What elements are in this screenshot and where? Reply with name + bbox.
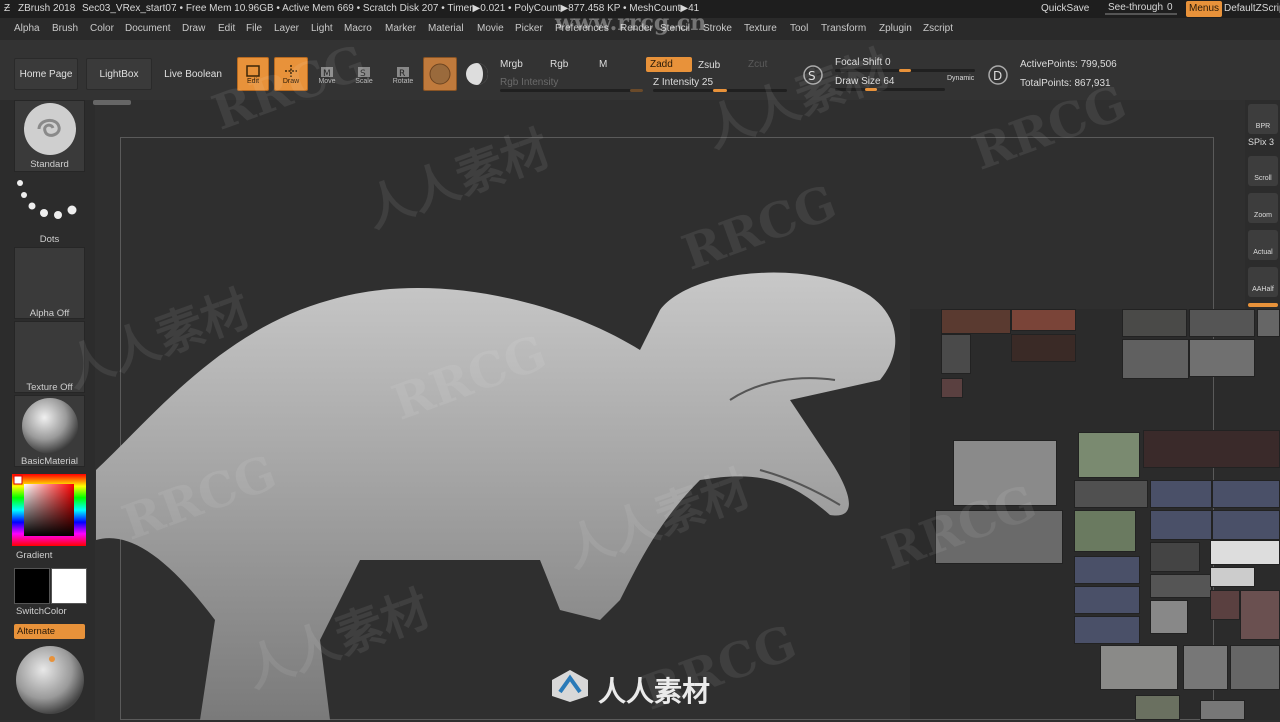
reference-thumbnail[interactable] bbox=[1150, 542, 1200, 572]
reference-thumbnail[interactable] bbox=[1210, 567, 1255, 587]
reference-thumbnail[interactable] bbox=[1122, 309, 1187, 337]
reference-thumbnail[interactable] bbox=[1122, 339, 1189, 379]
reference-thumbnail[interactable] bbox=[1074, 510, 1136, 552]
reference-thumbnail[interactable] bbox=[941, 378, 963, 398]
reference-thumbnail[interactable] bbox=[941, 309, 1011, 334]
reference-thumbnail[interactable] bbox=[1143, 430, 1280, 468]
reference-thumbnail[interactable] bbox=[1189, 339, 1255, 377]
reference-thumbnail[interactable] bbox=[1212, 480, 1280, 508]
reference-thumbnail[interactable] bbox=[1074, 480, 1148, 508]
reference-thumbnail[interactable] bbox=[1230, 645, 1280, 690]
reference-thumbnail[interactable] bbox=[1210, 540, 1280, 565]
reference-thumbnail[interactable] bbox=[1210, 590, 1240, 620]
reference-thumbnail[interactable] bbox=[1183, 645, 1228, 690]
reference-thumbnail[interactable] bbox=[1074, 616, 1140, 644]
reference-thumbnail[interactable] bbox=[1074, 556, 1140, 584]
reference-thumbnail[interactable] bbox=[1150, 510, 1212, 540]
reference-thumbnail[interactable] bbox=[1200, 700, 1245, 720]
reference-thumbnail[interactable] bbox=[941, 334, 971, 374]
watermark-bottom-chinese: 人人素材 bbox=[598, 675, 711, 708]
reference-thumbnail[interactable] bbox=[1150, 574, 1212, 598]
reference-thumbnail[interactable] bbox=[1150, 480, 1212, 508]
reference-thumbnail[interactable] bbox=[1257, 309, 1280, 337]
reference-thumbnail[interactable] bbox=[1011, 334, 1076, 362]
reference-thumbnail[interactable] bbox=[1189, 309, 1255, 337]
reference-thumbnail[interactable] bbox=[1100, 645, 1178, 690]
watermark-site: www.rrcg.cn bbox=[555, 10, 707, 36]
reference-thumbnail[interactable] bbox=[1074, 586, 1140, 614]
reference-thumbnail[interactable] bbox=[1240, 590, 1280, 640]
reference-thumbnail[interactable] bbox=[1135, 695, 1180, 720]
reference-thumbnail[interactable] bbox=[1011, 309, 1076, 331]
reference-thumbnail[interactable] bbox=[1212, 510, 1280, 540]
watermark-logo-icon bbox=[550, 668, 590, 704]
reference-thumbnail[interactable] bbox=[1078, 432, 1140, 478]
reference-thumbnail[interactable] bbox=[1150, 600, 1188, 634]
